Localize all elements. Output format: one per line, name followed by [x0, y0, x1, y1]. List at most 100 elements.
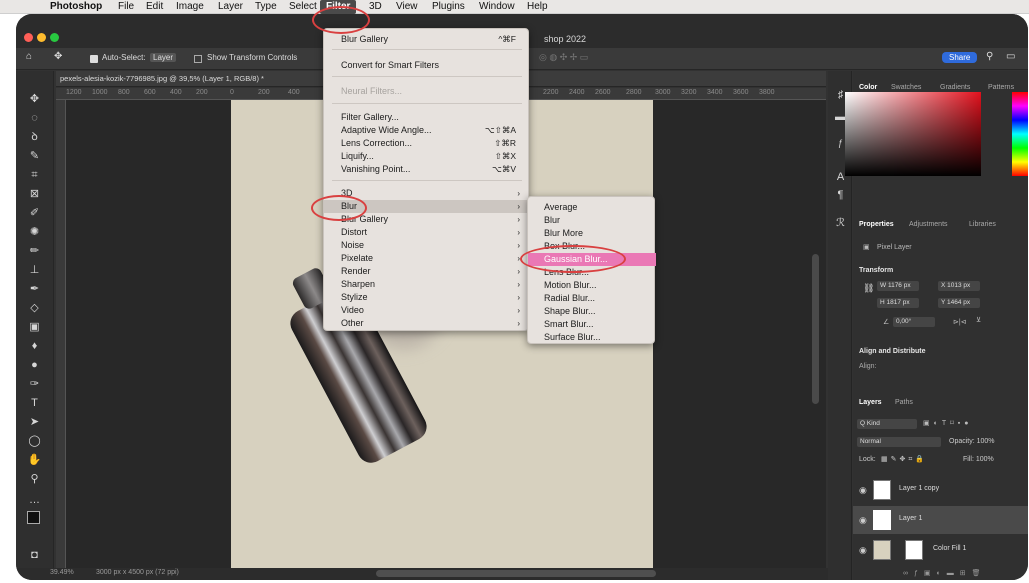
layer-footer-icons[interactable]: ∞ƒ▣◐▬⊞🗑 — [903, 569, 986, 577]
menu-edit[interactable]: Edit — [146, 0, 163, 14]
transform-heading[interactable]: Transform — [859, 267, 893, 274]
tab-adjustments[interactable]: Adjustments — [909, 221, 948, 228]
layer-dropdown[interactable]: Layer — [150, 53, 177, 62]
hue-slider[interactable] — [1012, 92, 1028, 176]
stamp-tool-icon[interactable]: ⊥ — [27, 264, 42, 276]
zoom-tool-icon[interactable]: ⚲ — [27, 473, 42, 485]
tab-patterns[interactable]: Patterns — [988, 84, 1014, 91]
menu-item-render[interactable]: Render › — [324, 265, 530, 278]
submenu-item-smart-blur[interactable]: Smart Blur... — [528, 318, 656, 331]
workspace-icon[interactable]: ▭ — [1006, 51, 1015, 62]
menu-type[interactable]: Type — [255, 0, 277, 14]
tab-properties[interactable]: Properties — [859, 221, 894, 228]
menu-item-vanishing-point[interactable]: Vanishing Point... ⌥⌘V — [324, 163, 530, 176]
blur-tool-icon[interactable]: ♦ — [27, 340, 42, 352]
menu-item-noise[interactable]: Noise › — [324, 239, 530, 252]
x-field[interactable]: X 1013 px — [938, 281, 980, 291]
width-field[interactable]: W 1176 px — [877, 281, 919, 291]
eraser-tool-icon[interactable]: ◇ — [27, 302, 42, 314]
menu-view[interactable]: View — [396, 0, 418, 14]
move-tool-icon[interactable]: ✥ — [54, 51, 62, 62]
y-field[interactable]: Y 1464 px — [938, 298, 980, 308]
align-heading[interactable]: Align and Distribute — [859, 348, 926, 355]
menu-select[interactable]: Select — [289, 0, 317, 14]
share-button[interactable]: Share — [942, 52, 978, 63]
flip-horizontal-icon[interactable]: ⊳|⊲ — [953, 318, 967, 326]
glyph-panel-icon[interactable]: ℛ — [833, 217, 848, 229]
auto-select-checkbox[interactable] — [90, 55, 98, 63]
tab-libraries[interactable]: Libraries — [969, 221, 996, 228]
brush-tool-icon[interactable]: ✏ — [27, 245, 42, 257]
menu-image[interactable]: Image — [176, 0, 204, 14]
submenu-item-motion-blur[interactable]: Motion Blur... — [528, 279, 656, 292]
history-brush-tool-icon[interactable]: ✒ — [27, 283, 42, 295]
visibility-eye-icon[interactable]: ◉ — [859, 485, 867, 496]
close-window-button[interactable] — [24, 33, 33, 42]
pen-tool-icon[interactable]: ✑ — [27, 378, 42, 390]
menu-file[interactable]: File — [118, 0, 134, 14]
tab-swatches[interactable]: Swatches — [891, 84, 921, 91]
fill-field[interactable]: Fill: 100% — [963, 456, 994, 463]
flip-vertical-icon[interactable]: ⊻ — [976, 316, 981, 324]
visibility-eye-icon[interactable]: ◉ — [859, 545, 867, 556]
layer-row-layer-1[interactable]: ◉ Layer 1 — [853, 506, 1028, 534]
tab-paths[interactable]: Paths — [895, 399, 913, 406]
move-tool-icon[interactable]: ✥ — [27, 93, 42, 105]
horizontal-scrollbar[interactable] — [376, 570, 656, 577]
visibility-eye-icon[interactable]: ◉ — [859, 515, 867, 526]
link-icon[interactable]: ⛓ — [863, 283, 874, 294]
menu-3d[interactable]: 3D — [369, 0, 382, 14]
crop-tool-icon[interactable]: ⌗ — [27, 169, 42, 181]
menu-item-other[interactable]: Other › — [324, 317, 530, 330]
search-icon[interactable]: ⚲ — [986, 51, 993, 62]
foreground-color-swatch[interactable] — [27, 511, 40, 524]
layer-kind-filter[interactable]: Q Kind — [857, 419, 917, 429]
submenu-item-radial-blur[interactable]: Radial Blur... — [528, 292, 656, 305]
glyphs-panel-icon[interactable]: ¶ — [833, 189, 848, 201]
frame-tool-icon[interactable]: ⊠ — [27, 188, 42, 200]
color-picker-field[interactable] — [845, 92, 981, 176]
gradient-tool-icon[interactable]: ▣ — [27, 321, 42, 333]
healing-tool-icon[interactable]: ✺ — [27, 226, 42, 238]
layer-row-layer-1-copy[interactable]: ◉ Layer 1 copy — [853, 476, 1028, 504]
3d-mode-icons[interactable]: ◎ ◍ ✣ ✢ ▭ — [539, 52, 588, 63]
tab-color[interactable]: Color — [859, 84, 877, 91]
show-transform-checkbox[interactable] — [194, 55, 202, 63]
menu-help[interactable]: Help — [527, 0, 548, 14]
layer-filter-icons[interactable]: ▣◐T⌑▪● — [923, 419, 972, 427]
submenu-item-blur[interactable]: Blur — [528, 214, 656, 227]
path-select-tool-icon[interactable]: ➤ — [27, 416, 42, 428]
type-tool-icon[interactable]: T — [27, 397, 42, 409]
zoom-level[interactable]: 39.49% — [50, 569, 74, 576]
layer-row-color-fill-1[interactable]: ◉ Color Fill 1 — [853, 536, 1028, 564]
menu-layer[interactable]: Layer — [218, 0, 243, 14]
menu-item-pixelate[interactable]: Pixelate › — [324, 252, 530, 265]
quick-mask-icon[interactable]: ◘ — [27, 549, 42, 561]
height-field[interactable]: H 1817 px — [877, 298, 919, 308]
menu-item-lens-correction[interactable]: Lens Correction... ⇧⌘R — [324, 137, 530, 150]
minimize-window-button[interactable] — [37, 33, 46, 42]
zoom-window-button[interactable] — [50, 33, 59, 42]
menu-item-stylize[interactable]: Stylize › — [324, 291, 530, 304]
menu-item-video[interactable]: Video › — [324, 304, 530, 317]
menu-item-sharpen[interactable]: Sharpen › — [324, 278, 530, 291]
more-tools-icon[interactable]: … — [27, 494, 42, 506]
dodge-tool-icon[interactable]: ● — [27, 359, 42, 371]
vertical-scrollbar[interactable] — [812, 254, 819, 404]
menu-plugins[interactable]: Plugins — [432, 0, 465, 14]
menu-item-distort[interactable]: Distort › — [324, 226, 530, 239]
menu-item-filter-gallery[interactable]: Filter Gallery... — [324, 111, 530, 124]
tab-layers[interactable]: Layers — [859, 399, 882, 406]
menu-item-adaptive-wide-angle[interactable]: Adaptive Wide Angle... ⌥⇧⌘A — [324, 124, 530, 137]
menu-item-liquify[interactable]: Liquify... ⇧⌘X — [324, 150, 530, 163]
blend-mode-dropdown[interactable]: Normal — [857, 437, 941, 447]
submenu-item-blur-more[interactable]: Blur More — [528, 227, 656, 240]
tab-gradients[interactable]: Gradients — [940, 84, 970, 91]
shape-tool-icon[interactable]: ◯ — [27, 435, 42, 447]
hand-tool-icon[interactable]: ✋ — [27, 454, 42, 466]
lasso-tool-icon[interactable]: ꝺ — [27, 131, 42, 143]
submenu-item-shape-blur[interactable]: Shape Blur... — [528, 305, 656, 318]
eyedropper-tool-icon[interactable]: ✐ — [27, 207, 42, 219]
menu-photoshop[interactable]: Photoshop — [50, 0, 102, 14]
submenu-item-surface-blur[interactable]: Surface Blur... — [528, 331, 656, 344]
